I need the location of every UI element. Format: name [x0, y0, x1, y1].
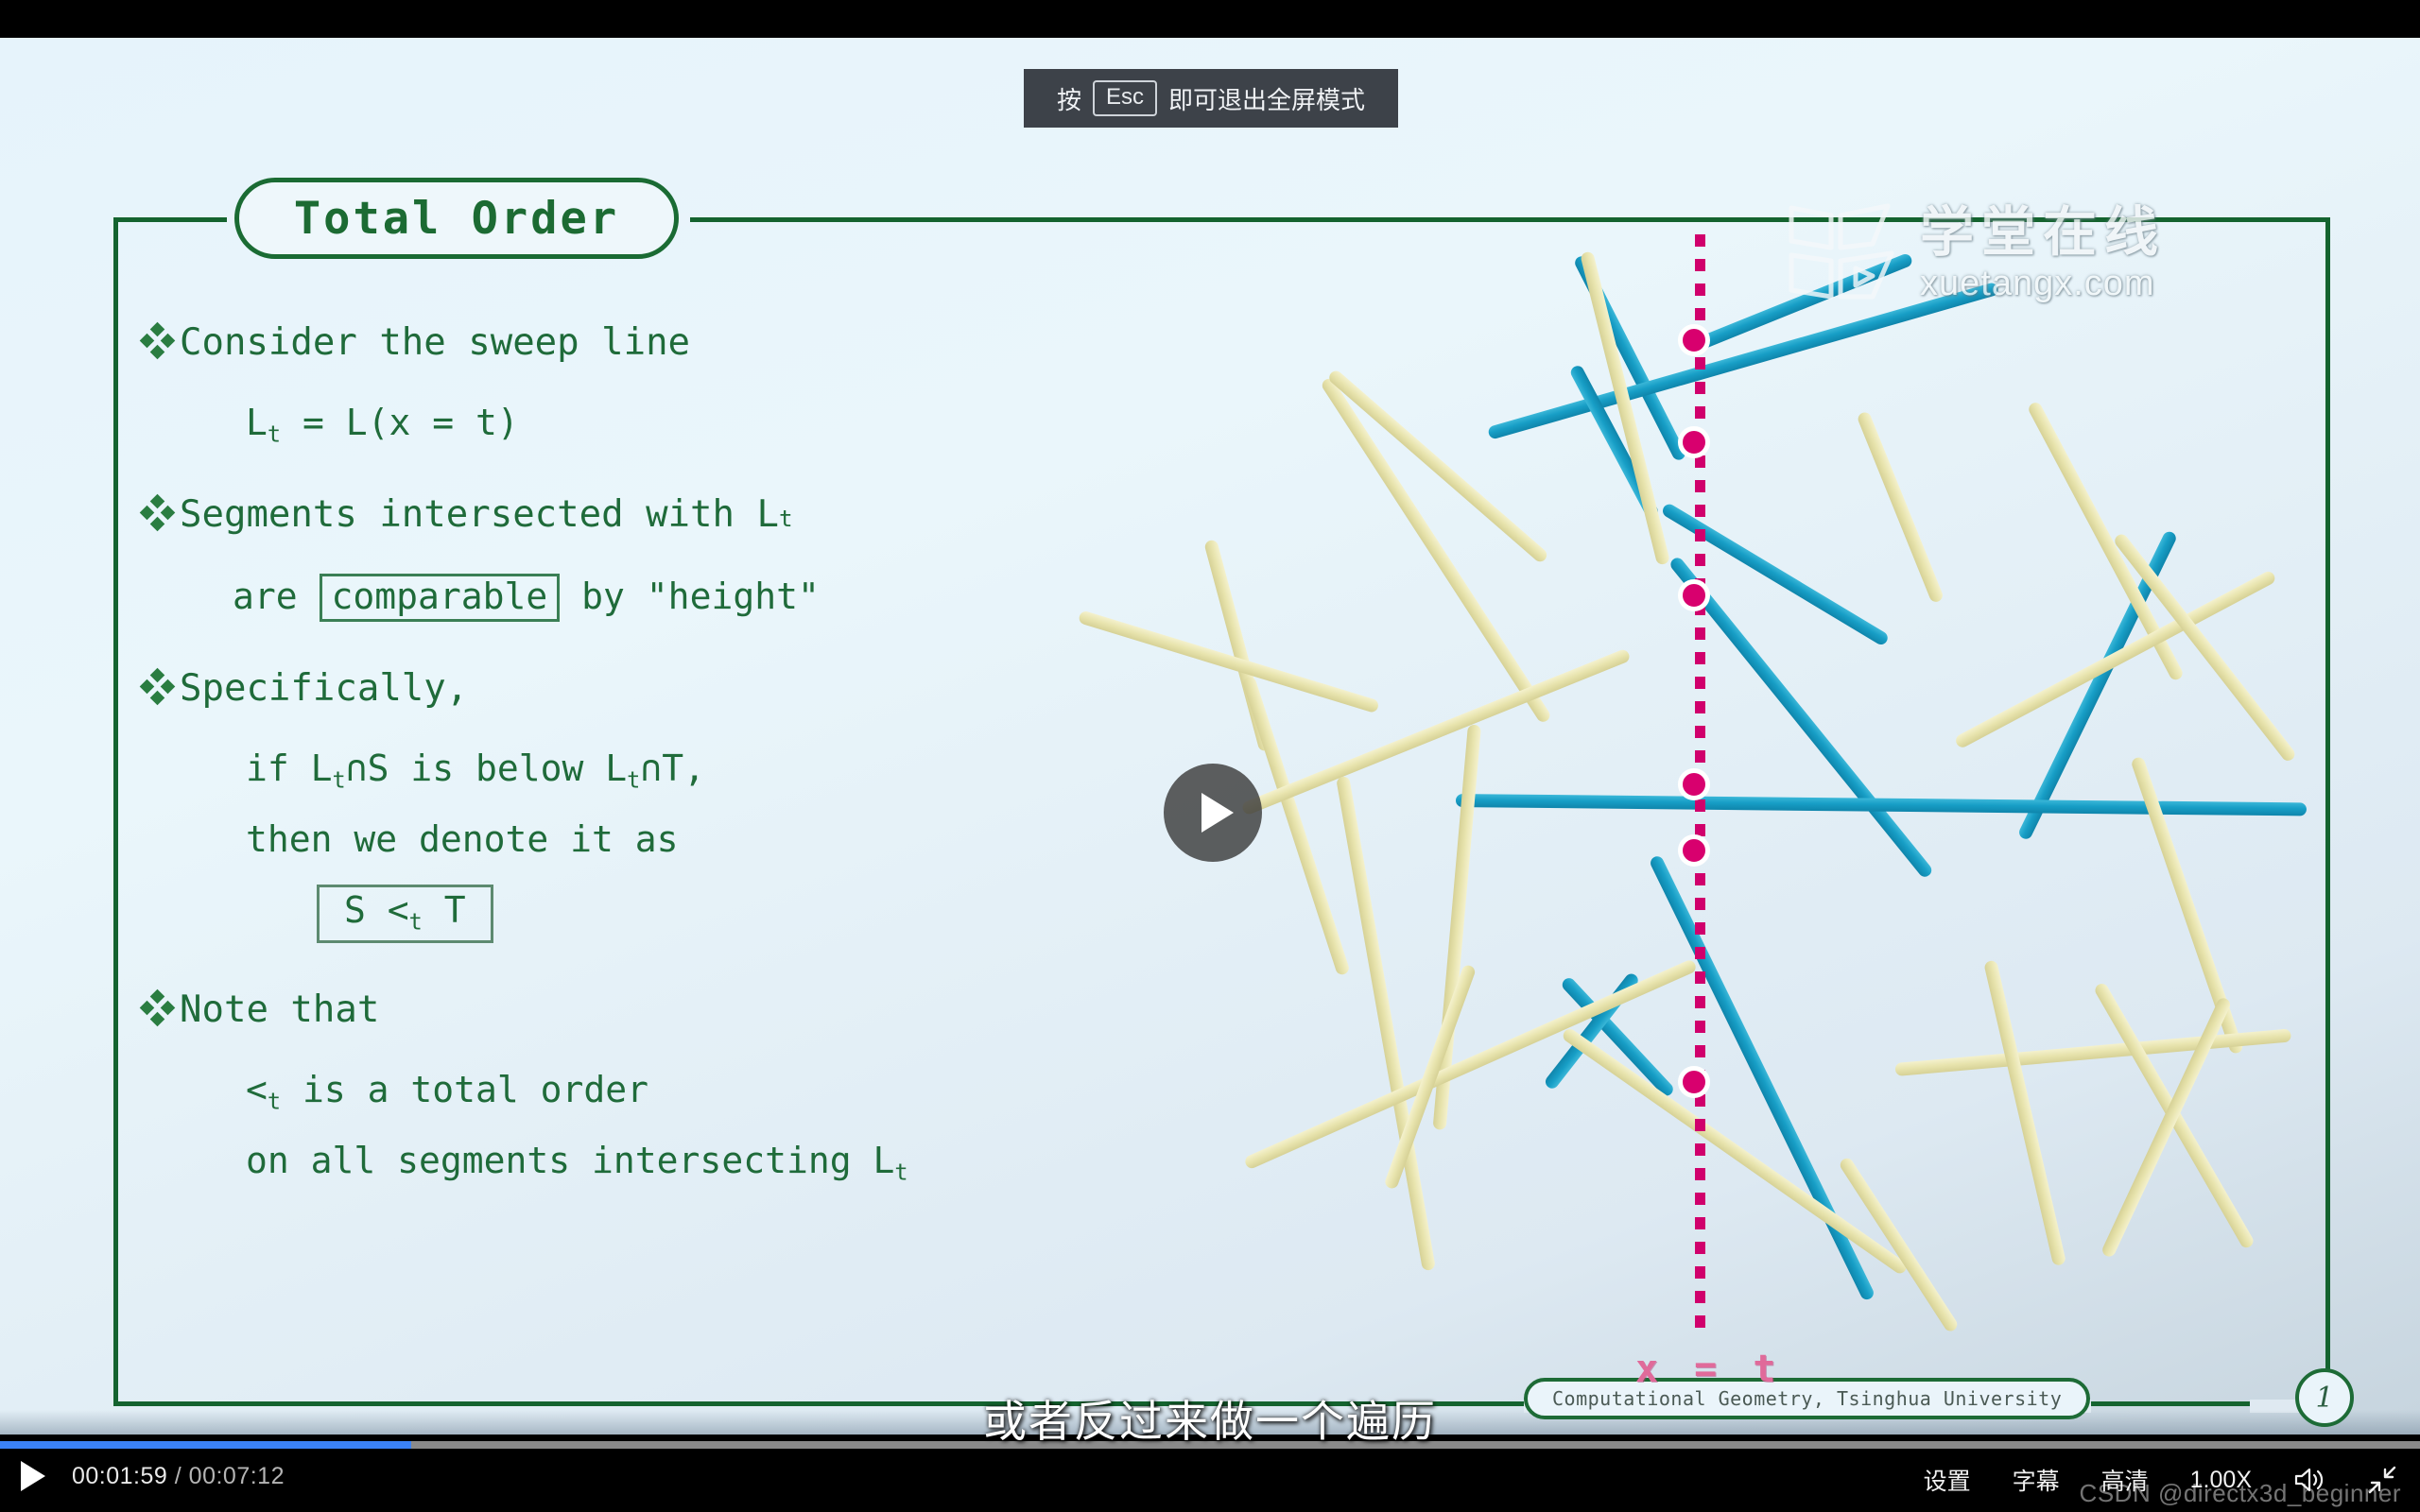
note-sub: t: [267, 1088, 282, 1115]
intersection-dot: [1678, 768, 1710, 800]
line-comparable: are comparable by "height": [142, 573, 1229, 623]
by-height-label: by "height": [560, 575, 820, 617]
formula-L: L: [246, 402, 268, 443]
bullet-specifically: Specifically,: [139, 667, 1229, 711]
intersection-dot: [1678, 426, 1710, 458]
segment-khaki: [1240, 647, 1632, 816]
are-label: are: [233, 575, 320, 617]
segment-khaki: [1560, 1026, 1910, 1277]
if-sub-2: t: [627, 766, 641, 794]
line-all-segments: on all segments intersecting Lt: [142, 1140, 1229, 1186]
intersection-dot: [1678, 1066, 1710, 1098]
bullet-consider-label: Consider the sweep line: [180, 321, 691, 364]
toast-prefix: 按: [1056, 85, 1081, 114]
eq-sub: t: [408, 908, 423, 936]
bullet-note-label: Note that: [180, 988, 380, 1032]
play-icon: [1201, 793, 1234, 833]
eq-t: T: [422, 888, 466, 931]
settings-button[interactable]: 设置: [1924, 1463, 1971, 1497]
segment-khaki: [1983, 959, 2067, 1267]
esc-key-badge: Esc: [1092, 80, 1157, 116]
bullet-consider: Consider the sweep line: [139, 321, 1229, 364]
segment-khaki: [1953, 569, 2277, 750]
bullet-segments-label: Segments intersected with L: [180, 492, 779, 536]
watermark-cn-text: 学堂在线: [1920, 201, 2166, 263]
note2-sub: t: [894, 1159, 908, 1186]
slide-title-badge: Total Order: [234, 178, 679, 259]
formula-rest: = L(x = t): [281, 402, 519, 443]
note-post: is a total order: [281, 1069, 649, 1111]
note-pre: <: [246, 1069, 268, 1111]
time-separator: /: [167, 1462, 189, 1489]
bullet-note: Note that: [139, 988, 1229, 1032]
segment-khaki: [1243, 958, 1698, 1171]
diamond-bullet-icon: [139, 493, 176, 531]
intersection-dot: [1678, 834, 1710, 867]
intersection-dot: [1678, 324, 1710, 356]
total-time: 00:07:12: [188, 1462, 285, 1489]
if-mid: ∩S is below L: [345, 747, 628, 790]
if-sub-1: t: [332, 766, 346, 794]
line-if-below: if Lt∩S is below Lt∩T,: [142, 747, 1229, 794]
line-total-order: <t is a total order: [142, 1069, 1229, 1115]
formula-L-sub: t: [267, 421, 282, 448]
diamond-bullet-icon: [139, 321, 176, 360]
then-denote-label: then we denote it as: [246, 817, 679, 860]
player-left-controls: 00:01:59 / 00:07:12: [21, 1461, 285, 1491]
current-time: 00:01:59: [72, 1462, 168, 1489]
line-order-relation: S <t T: [142, 884, 1229, 944]
subtitles-button[interactable]: 字幕: [2013, 1463, 2060, 1497]
center-play-overlay-button[interactable]: [1164, 764, 1262, 862]
comparable-box: comparable: [319, 573, 561, 623]
exit-fullscreen-toast: 按 Esc 即可退出全屏模式: [1024, 69, 1398, 128]
diamond-bullet-icon: [139, 668, 176, 706]
line-then-denote: then we denote it as: [142, 818, 1229, 860]
play-icon[interactable]: [21, 1461, 45, 1491]
slide-body: Consider the sweep line Lt = L(x = t) Se…: [139, 321, 1229, 1186]
segment-khaki: [1336, 775, 1436, 1272]
watermark-en-text: xuetangx.com: [1920, 263, 2155, 303]
toast-suffix: 即可退出全屏模式: [1168, 85, 1366, 114]
bullet-segments-sub: t: [778, 505, 793, 532]
time-display: 00:01:59 / 00:07:12: [72, 1463, 285, 1490]
bullet-segments: Segments intersected with Lt: [139, 492, 1229, 536]
open-book-icon: [1789, 203, 1894, 300]
eq-s: S <: [344, 888, 409, 931]
segment-khaki: [1326, 368, 1550, 565]
xuetangx-watermark: 学堂在线 xuetangx.com: [1782, 198, 2166, 308]
segment-khaki: [1856, 410, 1945, 604]
slide-title: Total Order: [293, 192, 620, 245]
if-post: ∩T,: [640, 747, 705, 790]
video-subtitle: 或者反过来做一个遍历: [983, 1397, 1437, 1446]
video-stage[interactable]: Total Order Consider the sweep line Lt =…: [0, 38, 2420, 1435]
intersection-dot: [1678, 579, 1710, 611]
video-player-page: Total Order Consider the sweep line Lt =…: [0, 0, 2420, 1512]
segment-blue: [1668, 555, 1935, 880]
csdn-watermark: CSDN @directx3d_beginner: [2079, 1479, 2401, 1507]
note2-pre: on all segments intersecting L: [246, 1139, 895, 1181]
formula-sweepline: Lt = L(x = t): [142, 402, 1229, 448]
sweep-line-label: x = t: [1635, 1348, 1783, 1391]
order-relation-box: S <t T: [317, 884, 493, 944]
if-pre: if L: [246, 747, 333, 790]
bullet-specifically-label: Specifically,: [180, 667, 469, 711]
diamond-bullet-icon: [139, 988, 176, 1027]
